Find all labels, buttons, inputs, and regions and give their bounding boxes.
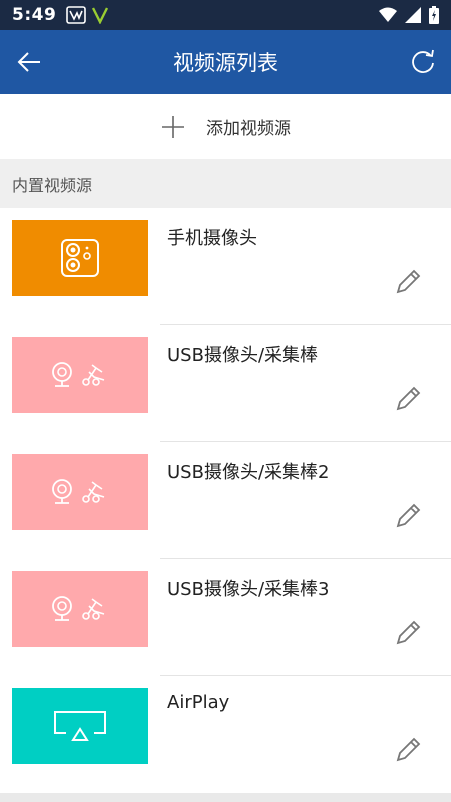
status-time: 5:49 bbox=[12, 5, 57, 25]
section-header-builtin: 内置视频源 bbox=[0, 159, 451, 208]
app-notification-icon bbox=[66, 6, 87, 24]
item-title: USB摄像头/采集棒2 bbox=[167, 462, 330, 483]
signal-icon bbox=[405, 7, 421, 23]
thumbnail-usb-camera bbox=[12, 337, 148, 413]
pencil-icon bbox=[396, 503, 421, 528]
item-title: AirPlay bbox=[167, 692, 230, 713]
edit-button[interactable] bbox=[392, 500, 424, 532]
page-title: 视频源列表 bbox=[173, 51, 278, 75]
video-source-list: 手机摄像头 USB摄像头/采集棒 USB摄像头/采集棒2 USB摄像头/采集棒3… bbox=[0, 208, 451, 793]
item-title: USB摄像头/采集棒 bbox=[167, 345, 319, 366]
thumbnail-phone-camera bbox=[12, 220, 148, 296]
usb-camera-icon bbox=[52, 596, 105, 621]
add-video-source-label: 添加视频源 bbox=[206, 119, 291, 139]
plus-icon bbox=[162, 115, 184, 138]
arrow-left-icon bbox=[17, 52, 40, 72]
item-title: USB摄像头/采集棒3 bbox=[167, 579, 330, 600]
refresh-button[interactable] bbox=[407, 46, 439, 78]
pencil-icon bbox=[396, 620, 421, 645]
bottom-strip bbox=[0, 793, 451, 802]
back-button[interactable] bbox=[14, 46, 46, 78]
edit-button[interactable] bbox=[392, 266, 424, 298]
notification-icons bbox=[66, 6, 109, 24]
refresh-icon bbox=[412, 49, 434, 73]
airplay-icon bbox=[54, 711, 106, 741]
thumbnail-usb-camera bbox=[12, 454, 148, 530]
phone-camera-icon bbox=[61, 239, 99, 277]
item-title: 手机摄像头 bbox=[167, 228, 257, 249]
edit-button[interactable] bbox=[392, 383, 424, 415]
battery-icon bbox=[429, 6, 439, 24]
list-item-airplay[interactable]: AirPlay bbox=[0, 676, 451, 793]
v-app-icon bbox=[92, 7, 109, 24]
pencil-icon bbox=[396, 737, 421, 762]
pencil-icon bbox=[396, 269, 421, 294]
app-bar: 视频源列表 bbox=[0, 30, 451, 94]
thumbnail-usb-camera bbox=[12, 571, 148, 647]
edit-button[interactable] bbox=[392, 617, 424, 649]
thumbnail-airplay bbox=[12, 688, 148, 764]
list-item-phone-camera[interactable]: 手机摄像头 bbox=[0, 208, 451, 325]
edit-button[interactable] bbox=[392, 734, 424, 766]
wifi-icon bbox=[379, 7, 397, 22]
list-item-usb-camera-2[interactable]: USB摄像头/采集棒2 bbox=[0, 442, 451, 559]
usb-camera-icon bbox=[52, 362, 105, 387]
pencil-icon bbox=[396, 386, 421, 411]
list-item-usb-camera-3[interactable]: USB摄像头/采集棒3 bbox=[0, 559, 451, 676]
section-label: 内置视频源 bbox=[12, 175, 93, 195]
list-item-usb-camera[interactable]: USB摄像头/采集棒 bbox=[0, 325, 451, 442]
usb-camera-icon bbox=[52, 479, 105, 504]
status-bar: 5:49 bbox=[0, 0, 451, 30]
add-video-source-button[interactable]: 添加视频源 bbox=[0, 94, 451, 159]
